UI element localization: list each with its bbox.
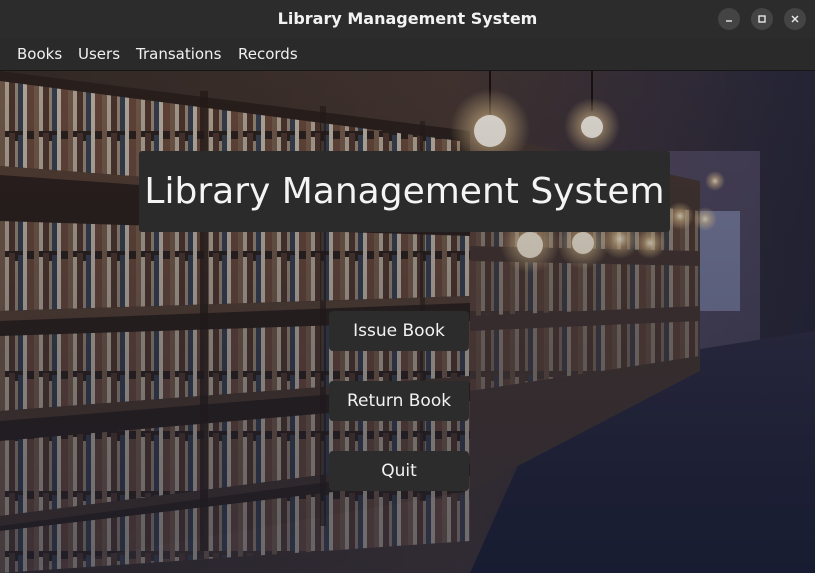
quit-button[interactable]: Quit xyxy=(329,451,469,491)
menu-bar: Books Users Transations Records xyxy=(0,38,815,71)
maximize-button[interactable] xyxy=(751,8,773,30)
menu-users[interactable]: Users xyxy=(78,38,120,70)
title-bar[interactable]: Library Management System xyxy=(0,0,815,39)
return-book-button[interactable]: Return Book xyxy=(329,381,469,421)
close-button[interactable] xyxy=(784,8,806,30)
app-window: Library Management System Books Users Tr… xyxy=(0,0,815,573)
close-icon xyxy=(791,15,799,23)
maximize-icon xyxy=(758,15,766,23)
minimize-button[interactable] xyxy=(718,8,740,30)
page-title: Library Management System xyxy=(144,171,665,212)
heading-panel: Library Management System xyxy=(139,151,670,232)
window-title: Library Management System xyxy=(277,9,538,28)
issue-book-button[interactable]: Issue Book xyxy=(329,311,469,351)
menu-books[interactable]: Books xyxy=(17,38,62,70)
minimize-icon xyxy=(726,20,732,22)
menu-transactions[interactable]: Transations xyxy=(136,38,221,70)
menu-records[interactable]: Records xyxy=(238,38,298,70)
